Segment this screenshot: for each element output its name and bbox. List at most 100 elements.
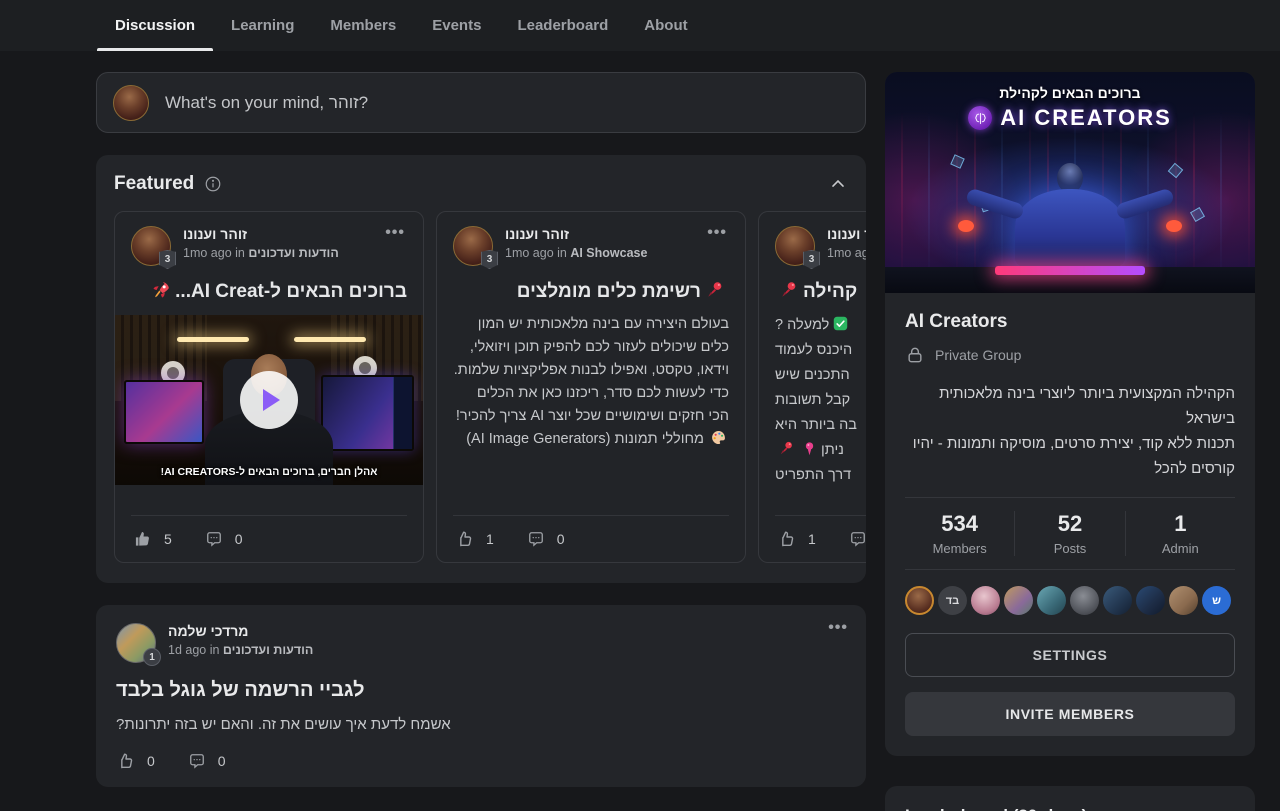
tab-events[interactable]: Events [414, 0, 499, 51]
member-avatar[interactable] [1037, 586, 1066, 615]
card-menu-button[interactable]: ••• [705, 226, 729, 240]
author-name[interactable]: זוהר וענונו [827, 226, 866, 242]
featured-title: Featured [114, 173, 194, 195]
card-engagement: 10 [775, 515, 866, 562]
tab-about[interactable]: About [626, 0, 705, 51]
member-avatar[interactable] [1004, 586, 1033, 615]
card-menu-button[interactable]: ••• [383, 226, 407, 240]
member-avatars-row: בד ש [905, 586, 1235, 615]
tab-discussion[interactable]: Discussion [97, 0, 213, 51]
tab-learning[interactable]: Learning [213, 0, 312, 51]
author-avatar[interactable]: 3 [453, 226, 493, 266]
member-level-badge: 3 [481, 250, 498, 269]
pushpin-icon [778, 440, 795, 457]
like-button[interactable]: 1 [455, 529, 494, 549]
collapse-chevron-up-icon[interactable] [828, 174, 848, 194]
comment-button[interactable]: 0 [204, 529, 243, 549]
info-icon[interactable] [204, 175, 222, 193]
body-line: היכנס לעמוד [775, 338, 866, 363]
body-line: קבל תשובות [775, 388, 866, 413]
body-line: בה ביותר היא [775, 413, 866, 438]
featured-card-title-text: רשימת כלים מומלצים [517, 281, 701, 302]
like-button[interactable]: 1 [777, 529, 816, 549]
main-column: What's on your mind, זוהר? Featured 3 זוה… [96, 72, 866, 787]
stat-label: Admin [1126, 541, 1235, 556]
featured-card-body: למעלה ?היכנס לעמודהתכנים שישקבל תשובותבה… [775, 313, 866, 488]
post-header: 1 מרדכי שלמה 1d ago in הודעות ועדכונים [116, 623, 846, 663]
post-category[interactable]: הודעות ועדכונים [223, 643, 313, 657]
leaderboard-card: Leaderboard (30-days) [885, 786, 1255, 811]
leaderboard-title: Leaderboard (30-days) [905, 806, 1235, 811]
featured-card-title[interactable]: רשימת כלים מומלצים [453, 280, 729, 303]
invite-members-button[interactable]: INVITE MEMBERS [905, 692, 1235, 736]
stat-value: 534 [905, 511, 1014, 537]
post-timestamp: 1mo ago in [827, 246, 866, 260]
rocket-icon [151, 280, 171, 300]
stat-posts: 52Posts [1014, 511, 1124, 556]
composer-prompt[interactable]: What's on your mind, זוהר? [165, 93, 368, 113]
comment-count: 0 [235, 531, 243, 547]
comment-button[interactable]: 0 [526, 529, 565, 549]
member-avatar[interactable] [1103, 586, 1132, 615]
post-author-avatar[interactable]: 1 [116, 623, 156, 663]
post-title[interactable]: לגביי הרשמה של גוגל בלבד [116, 679, 846, 702]
member-avatar[interactable] [1136, 586, 1165, 615]
author-name[interactable]: זוהר וענונו [505, 226, 647, 242]
member-level-badge: 3 [159, 250, 176, 269]
featured-card[interactable]: 3 זוהר וענונו 1mo ago in הודעות ועדכונים ••… [114, 211, 424, 563]
body-line: דרך התפריט [775, 463, 866, 488]
video-thumbnail[interactable]: אהלן חברים, ברוכים הבאים ל-AI CREATORS! [115, 315, 423, 485]
video-caption: אהלן חברים, ברוכים הבאים ל-AI CREATORS! [115, 466, 423, 478]
body-line: ניתן [775, 438, 866, 463]
body-line: למעלה ? [775, 313, 866, 338]
post-author-name[interactable]: מרדכי שלמה [168, 623, 313, 639]
post-body: אשמח לדעת איך עושים את זה. והאם יש בזה י… [116, 716, 846, 733]
palette-icon [710, 429, 727, 446]
top-navigation-bar: DiscussionLearningMembersEventsLeaderboa… [0, 0, 1280, 51]
like-button[interactable]: 0 [116, 751, 155, 771]
member-level-badge: 1 [143, 648, 161, 666]
banner-brand-name: AI CREATORS [1000, 105, 1172, 131]
featured-card[interactable]: 3זוהר וענונו1mo ago in הודעות ועדכונים••… [758, 211, 866, 563]
feed-post[interactable]: ••• 1 מרדכי שלמה 1d ago in הודעות ועדכונ… [96, 605, 866, 787]
author-block: זוהר וענונו 1mo ago in AI Showcase [505, 226, 647, 260]
settings-button[interactable]: SETTINGS [905, 633, 1235, 677]
stat-admin: 1Admin [1125, 511, 1235, 556]
author-avatar[interactable]: 3 [131, 226, 171, 266]
like-button[interactable]: 5 [133, 529, 172, 549]
comment-button[interactable]: 0 [187, 751, 226, 771]
post-category[interactable]: AI Showcase [570, 246, 647, 260]
featured-card-title-text: קהילה [803, 281, 857, 302]
current-user-avatar[interactable] [113, 85, 149, 121]
post-menu-button[interactable]: ••• [826, 621, 850, 635]
post-category[interactable]: הודעות ועדכונים [248, 246, 338, 260]
member-avatar[interactable] [1070, 586, 1099, 615]
post-timestamp: 1mo ago in [505, 246, 570, 260]
comment-button[interactable]: 0 [848, 529, 866, 549]
tab-leaderboard[interactable]: Leaderboard [499, 0, 626, 51]
group-name: AI Creators [905, 311, 1235, 333]
featured-card-title[interactable]: קהילה [775, 280, 866, 303]
group-description: הקהילה המקצועית ביותר ליוצרי בינה מלאכות… [905, 381, 1235, 481]
featured-section: Featured 3 זוהר וענונו 1mo ago in הודעות ו… [96, 155, 866, 583]
member-avatar[interactable]: ש [1202, 586, 1231, 615]
featured-card[interactable]: 3 זוהר וענונו 1mo ago in AI Showcase ••• רשי… [436, 211, 746, 563]
author-avatar[interactable]: 3 [775, 226, 815, 266]
play-button[interactable] [240, 371, 298, 429]
group-card: ברוכים הבאים לקהילת AI CREATORS AI [885, 72, 1255, 756]
tab-members[interactable]: Members [312, 0, 414, 51]
like-count: 0 [147, 753, 155, 769]
post-timestamp: 1d ago in [168, 643, 219, 657]
featured-header: Featured [114, 173, 866, 195]
author-name[interactable]: זוהר וענונו [183, 226, 339, 242]
member-avatar[interactable]: בד [938, 586, 967, 615]
member-avatar[interactable] [905, 586, 934, 615]
post-composer[interactable]: What's on your mind, זוהר? [96, 72, 866, 133]
member-avatar[interactable] [971, 586, 1000, 615]
stat-value: 52 [1015, 511, 1124, 537]
member-avatar[interactable] [1169, 586, 1198, 615]
featured-card-title[interactable]: ברוכים הבאים ל-AI Creat... [131, 280, 407, 303]
group-cover-image[interactable]: ברוכים הבאים לקהילת AI CREATORS [885, 72, 1255, 293]
banner-welcome-text: ברוכים הבאים לקהילת [885, 85, 1255, 101]
post-timestamp: 1mo ago in [183, 246, 248, 260]
